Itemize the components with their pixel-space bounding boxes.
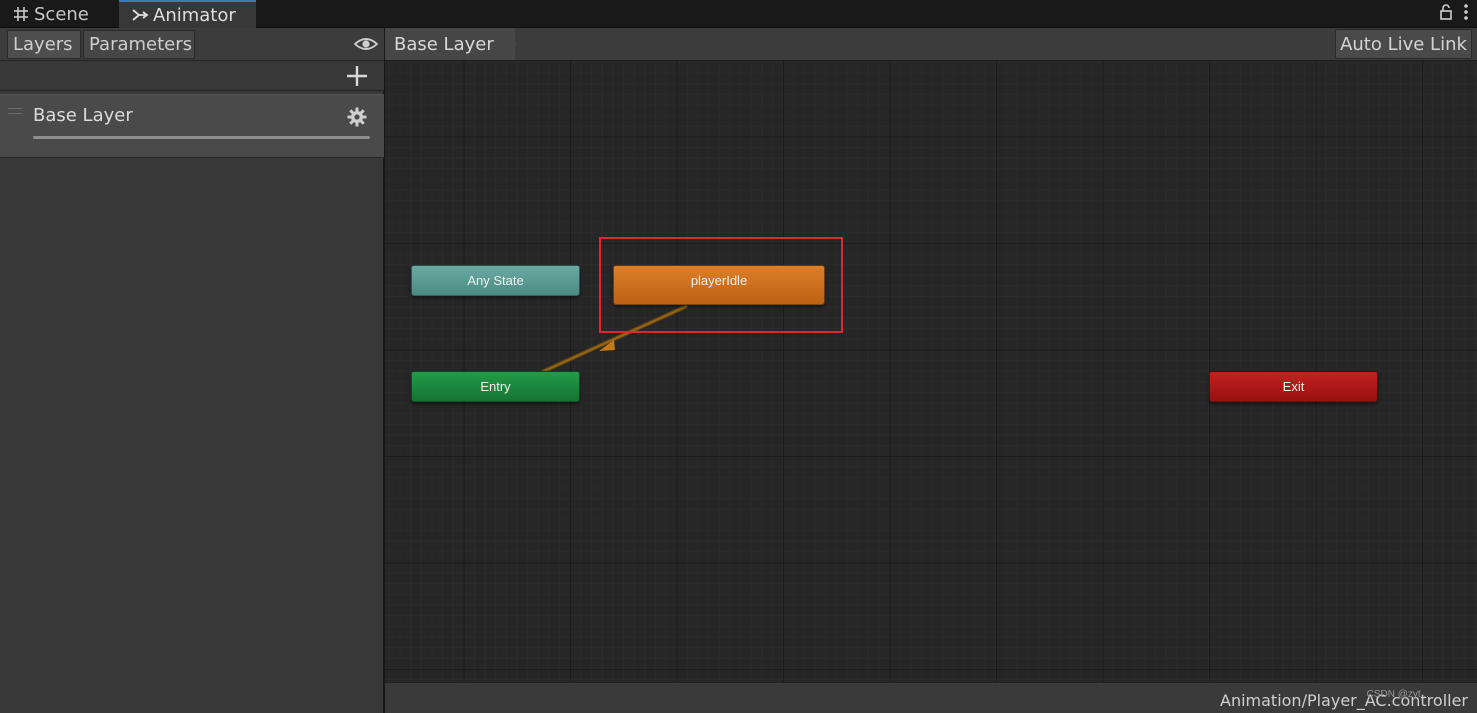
tab-animator-label: Animator — [153, 4, 236, 26]
tab-parameters[interactable]: Parameters — [83, 30, 195, 59]
breadcrumb-arrow — [505, 28, 517, 60]
layers-panel: Layers Parameters Base Layer — [0, 28, 384, 713]
add-layer-plus-icon[interactable] — [346, 65, 368, 87]
animator-icon — [129, 5, 151, 25]
tab-scene-label: Scene — [34, 3, 89, 25]
add-layer-row — [0, 61, 384, 91]
lock-icon[interactable] — [1439, 3, 1453, 25]
breadcrumb[interactable]: Base Layer — [385, 28, 515, 60]
tab-layers[interactable]: Layers — [7, 30, 81, 59]
watermark: CSDN @zyt... — [1366, 689, 1429, 700]
grid-hash-icon — [10, 4, 32, 24]
graph-toolbar: Base Layer Auto Live Link — [385, 28, 1477, 61]
kebab-menu-icon[interactable] — [1463, 3, 1469, 25]
drag-handle-icon[interactable] — [8, 108, 22, 114]
state-entry[interactable]: Entry — [411, 371, 580, 402]
tab-animator[interactable]: Animator — [119, 0, 256, 28]
highlight-box — [599, 237, 843, 333]
window-actions — [1439, 4, 1469, 24]
layer-name: Base Layer — [33, 105, 133, 126]
auto-live-link-button[interactable]: Auto Live Link — [1335, 29, 1472, 59]
layers-panel-toolbar: Layers Parameters — [0, 28, 384, 61]
state-exit[interactable]: Exit — [1209, 371, 1378, 402]
asset-path: Animation/Player_AC.controller — [1220, 691, 1468, 710]
window-tab-bar: Scene Animator — [0, 0, 1477, 28]
layer-item-base-layer[interactable]: Base Layer — [0, 94, 384, 158]
layer-weight-slider[interactable] — [33, 136, 370, 139]
eye-icon[interactable] — [353, 35, 379, 53]
gear-icon[interactable] — [347, 107, 367, 127]
status-bar: Animation/Player_AC.controller CSDN @zyt… — [385, 682, 1477, 713]
tab-scene[interactable]: Scene — [6, 0, 118, 28]
state-machine-graph[interactable]: Any State playerIdle Entry Exit — [385, 61, 1477, 682]
transition-arrowhead-icon — [599, 340, 615, 351]
state-any-state[interactable]: Any State — [411, 265, 580, 296]
